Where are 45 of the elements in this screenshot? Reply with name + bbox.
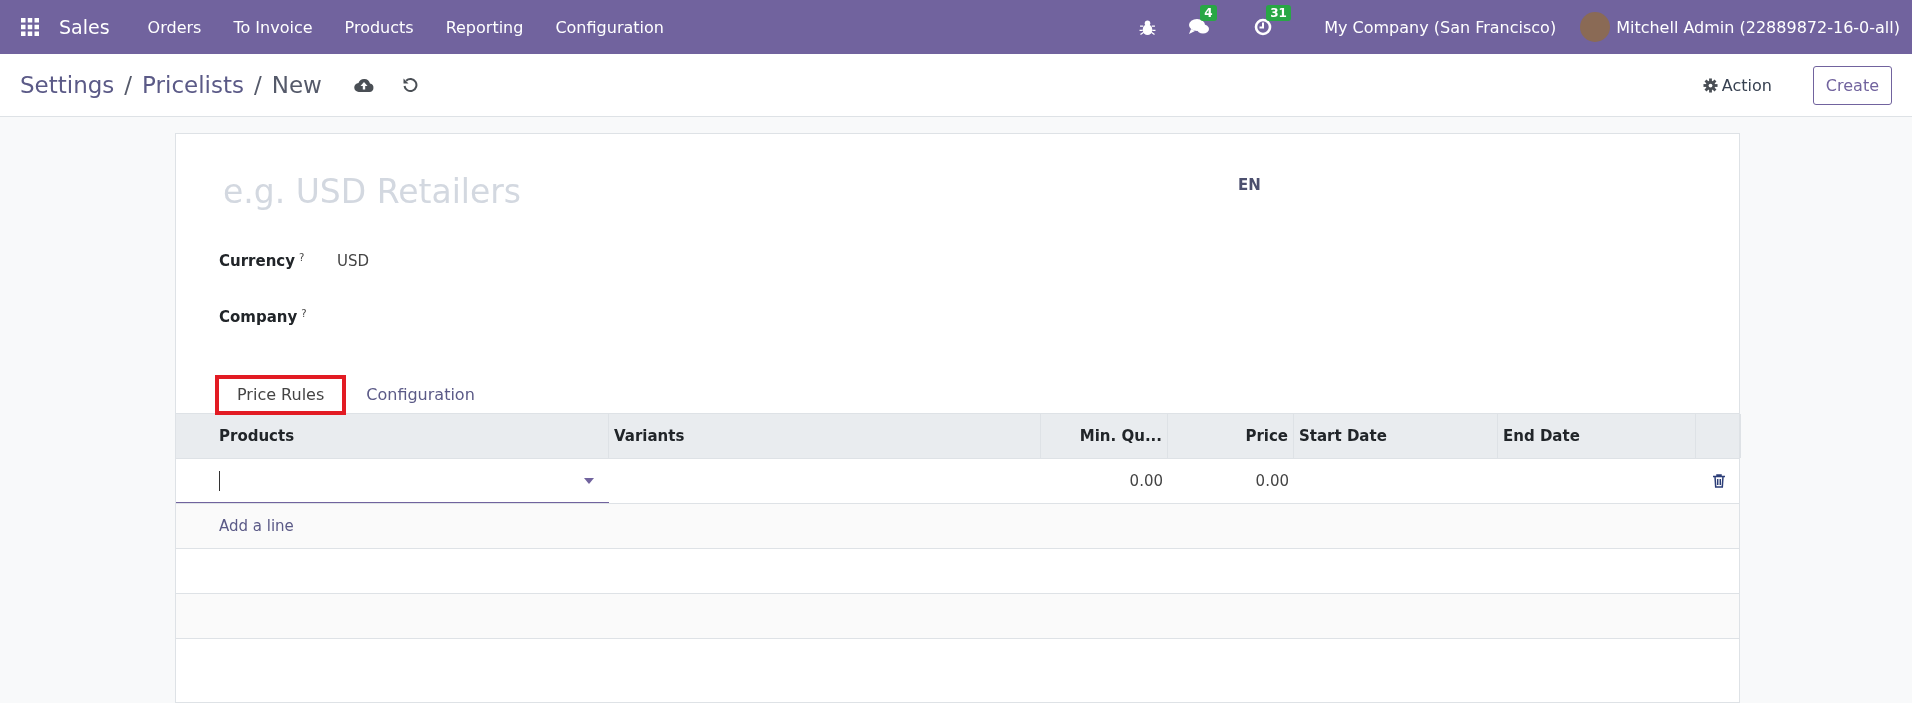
text-cursor: [219, 470, 220, 491]
column-header[interactable]: Price: [1168, 414, 1294, 458]
table-cell-text: 0.00: [1254, 471, 1290, 492]
column-header[interactable]: Min. Qu...: [1041, 414, 1168, 458]
menu-item[interactable]: Products: [328, 17, 430, 37]
gear-icon: [1702, 77, 1718, 93]
cloud-upload-icon[interactable]: [353, 77, 374, 93]
app-name[interactable]: Sales: [59, 16, 110, 38]
column-header[interactable]: Variants: [609, 414, 1041, 458]
action-button[interactable]: Action: [1696, 74, 1778, 96]
add-line-link[interactable]: Add a line: [219, 517, 294, 535]
chat-icon[interactable]: [1188, 18, 1211, 36]
help-tooltip[interactable]: ?: [299, 252, 305, 263]
breadcrumb-link[interactable]: Settings: [20, 72, 115, 98]
tab[interactable]: Price Rules: [216, 376, 346, 414]
menu-item[interactable]: To Invoice: [217, 17, 329, 37]
create-button[interactable]: Create: [1812, 65, 1892, 105]
undo-icon[interactable]: [401, 77, 418, 93]
column-header[interactable]: End Date: [1498, 414, 1696, 458]
activity-count-badge: 31: [1266, 5, 1291, 21]
caret-icon: [584, 477, 594, 484]
language-button[interactable]: EN: [1238, 172, 1261, 194]
apps-menu-icon[interactable]: [21, 18, 39, 36]
tab[interactable]: Configuration: [345, 376, 496, 414]
breadcrumb-current: New: [271, 72, 322, 98]
clock-icon[interactable]: [1254, 18, 1273, 36]
field-label: Company: [219, 308, 298, 326]
column-header[interactable]: Start Date: [1294, 414, 1498, 458]
help-tooltip[interactable]: ?: [301, 308, 307, 319]
user-menu[interactable]: Mitchell Admin (22889872-16-0-all): [1580, 12, 1900, 42]
field-label: Currency: [219, 252, 295, 270]
company-switcher[interactable]: My Company (San Francisco): [1324, 17, 1557, 37]
message-count-badge: 4: [1200, 5, 1217, 21]
bug-icon[interactable]: [1139, 18, 1157, 36]
menu-item[interactable]: Reporting: [429, 17, 540, 37]
menu-item[interactable]: Configuration: [539, 17, 680, 37]
avatar-placeholder: [1580, 12, 1611, 42]
breadcrumb-separator: /: [124, 72, 133, 98]
field-value[interactable]: USD: [337, 252, 370, 270]
breadcrumb-separator: /: [253, 72, 262, 98]
column-header[interactable]: Products: [176, 414, 609, 458]
breadcrumb-link[interactable]: Pricelists: [142, 72, 244, 98]
trash-icon[interactable]: [1712, 474, 1725, 488]
menu-item[interactable]: Orders: [131, 17, 218, 37]
table-cell-text: 0.00: [1128, 471, 1164, 492]
